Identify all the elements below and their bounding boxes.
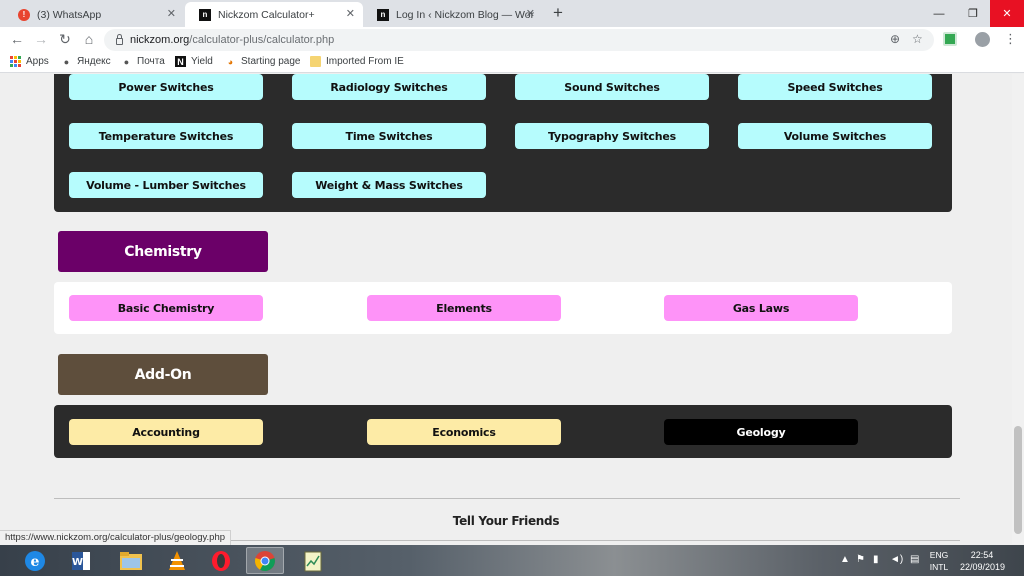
profile-avatar-icon[interactable] bbox=[975, 32, 990, 47]
input-language-indicator[interactable]: ENG INTL bbox=[926, 549, 952, 573]
clock-time: 22:54 bbox=[970, 550, 994, 560]
whatsapp-notification-icon: ! bbox=[18, 8, 30, 21]
url-host: nickzom.org bbox=[130, 34, 190, 46]
reload-icon[interactable]: ↻ bbox=[56, 31, 74, 48]
weight-mass-switches-button[interactable]: Weight & Mass Switches bbox=[292, 172, 486, 198]
addon-header: Add-On bbox=[58, 354, 268, 395]
star-icon[interactable]: ☆ bbox=[912, 32, 923, 46]
network-icon[interactable]: ▮ bbox=[873, 554, 879, 565]
home-icon[interactable]: ⌂ bbox=[80, 31, 98, 47]
new-tab-icon[interactable]: + bbox=[553, 3, 563, 23]
notepad-icon[interactable] bbox=[294, 547, 332, 574]
elements-button[interactable]: Elements bbox=[367, 295, 561, 321]
back-icon[interactable]: ← bbox=[8, 31, 26, 47]
tab-title: (3) WhatsApp bbox=[37, 8, 102, 21]
restore-icon[interactable]: ❐ bbox=[956, 0, 990, 27]
geology-button[interactable]: Geology bbox=[664, 419, 858, 445]
folder-icon bbox=[310, 56, 321, 67]
vlc-icon[interactable] bbox=[158, 547, 196, 574]
speed-switches-button[interactable]: Speed Switches bbox=[738, 74, 932, 100]
flag-icon[interactable]: ⚑ bbox=[856, 554, 865, 565]
nickzom-favicon-icon: n bbox=[199, 8, 211, 21]
lang-layout: INTL bbox=[929, 562, 949, 572]
tab-wordpress-login[interactable]: n Log In ‹ Nickzom Blog — WordPr ✕ bbox=[363, 2, 543, 27]
bookmark-label: Почта bbox=[137, 56, 165, 67]
tab-title: Log In ‹ Nickzom Blog — WordPr bbox=[396, 8, 534, 21]
bookmark-label: Яндекс bbox=[77, 56, 111, 67]
accounting-button[interactable]: Accounting bbox=[69, 419, 263, 445]
volume-lumber-switches-button[interactable]: Volume - Lumber Switches bbox=[69, 172, 263, 198]
volume-icon[interactable]: ◄) bbox=[890, 554, 903, 565]
file-explorer-icon[interactable] bbox=[112, 547, 150, 574]
bookmark-imported-from-ie[interactable]: Imported From IE bbox=[310, 56, 404, 67]
lock-icon bbox=[116, 33, 123, 45]
globe-icon: ● bbox=[63, 56, 70, 67]
time-switches-button[interactable]: Time Switches bbox=[292, 123, 486, 149]
colorful-ball-icon: ◕ bbox=[227, 56, 234, 67]
lang-code: ENG bbox=[929, 550, 949, 560]
basic-chemistry-button[interactable]: Basic Chemistry bbox=[69, 295, 263, 321]
chrome-icon[interactable] bbox=[246, 547, 284, 574]
close-tab-icon[interactable]: ✕ bbox=[346, 7, 355, 20]
bookmark-label: Apps bbox=[26, 56, 49, 67]
system-clock[interactable]: 22:54 22/09/2019 bbox=[960, 549, 1006, 573]
globe-icon: ● bbox=[123, 56, 130, 67]
bookmarks-bar: Apps ● Яндекс ● Почта N Yield ◕ Starting… bbox=[0, 53, 1024, 73]
typography-switches-button[interactable]: Typography Switches bbox=[515, 123, 709, 149]
close-tab-icon[interactable]: ✕ bbox=[167, 7, 176, 20]
apps-grid-icon bbox=[10, 56, 21, 67]
bookmark-yield[interactable]: N Yield bbox=[175, 56, 213, 67]
vertical-scrollbar[interactable] bbox=[1012, 74, 1024, 544]
economics-button[interactable]: Economics bbox=[367, 419, 561, 445]
bookmark-yandex[interactable]: ● Яндекс bbox=[61, 56, 111, 67]
gas-laws-button[interactable]: Gas Laws bbox=[664, 295, 858, 321]
forward-icon[interactable]: → bbox=[32, 31, 50, 47]
url-path: /calculator-plus/calculator.php bbox=[189, 34, 335, 46]
radiology-switches-button[interactable]: Radiology Switches bbox=[292, 74, 486, 100]
menu-kebab-icon[interactable]: ⋮ bbox=[1004, 31, 1017, 47]
windows-explorer-icon[interactable]: e bbox=[16, 547, 54, 574]
tab-whatsapp[interactable]: ! (3) WhatsApp ✕ bbox=[4, 2, 184, 27]
nickzom-favicon-icon: n bbox=[377, 8, 389, 21]
show-hidden-icons-icon[interactable]: ▲ bbox=[840, 554, 850, 565]
bookmark-label: Imported From IE bbox=[326, 56, 404, 67]
address-bar[interactable]: nickzom.org/calculator-plus/calculator.p… bbox=[104, 29, 934, 51]
tab-nickzom-calculator[interactable]: n Nickzom Calculator+ ✕ bbox=[185, 2, 363, 27]
close-window-icon[interactable]: ✕ bbox=[990, 0, 1024, 27]
temperature-switches-button[interactable]: Temperature Switches bbox=[69, 123, 263, 149]
sound-switches-button[interactable]: Sound Switches bbox=[515, 74, 709, 100]
bookmark-label: Yield bbox=[191, 56, 213, 67]
tab-strip: ! (3) WhatsApp ✕ n Nickzom Calculator+ ✕… bbox=[0, 0, 1024, 27]
volume-switches-button[interactable]: Volume Switches bbox=[738, 123, 932, 149]
svg-text:W: W bbox=[72, 557, 83, 568]
scrollbar-thumb[interactable] bbox=[1014, 426, 1022, 534]
tab-title: Nickzom Calculator+ bbox=[218, 8, 315, 21]
power-switches-button[interactable]: Power Switches bbox=[69, 74, 263, 100]
zoom-icon[interactable]: ⊕ bbox=[890, 32, 900, 46]
close-tab-icon[interactable]: ✕ bbox=[526, 7, 535, 20]
minimize-icon[interactable]: — bbox=[922, 0, 956, 27]
tell-your-friends-heading: Tell Your Friends bbox=[452, 514, 560, 528]
bookmark-pochta[interactable]: ● Почта bbox=[121, 56, 165, 67]
bookmark-label: Starting page bbox=[241, 56, 301, 67]
opera-icon[interactable] bbox=[202, 547, 240, 574]
chemistry-header: Chemistry bbox=[58, 231, 268, 272]
bookmark-apps[interactable]: Apps bbox=[10, 56, 49, 67]
clock-date: 22/09/2019 bbox=[960, 562, 1006, 572]
link-status-bar: https://www.nickzom.org/calculator-plus/… bbox=[0, 530, 232, 545]
footer-divider bbox=[54, 498, 960, 499]
page-content: Power Switches Radiology Switches Sound … bbox=[0, 74, 1012, 544]
word-icon[interactable]: W bbox=[62, 547, 100, 574]
extension-icon[interactable] bbox=[943, 32, 957, 46]
windows-taskbar: e W ▲ ⚑ ▮ ◄) ▤ ENG INTL 22:54 22/09/2019 bbox=[0, 545, 1024, 576]
keyboard-icon[interactable]: ▤ bbox=[910, 554, 919, 565]
n-logo-icon: N bbox=[175, 56, 186, 67]
bookmark-starting-page[interactable]: ◕ Starting page bbox=[225, 56, 301, 67]
browser-toolbar: ← → ↻ ⌂ nickzom.org/calculator-plus/calc… bbox=[0, 27, 1024, 53]
svg-text:e: e bbox=[31, 554, 40, 570]
